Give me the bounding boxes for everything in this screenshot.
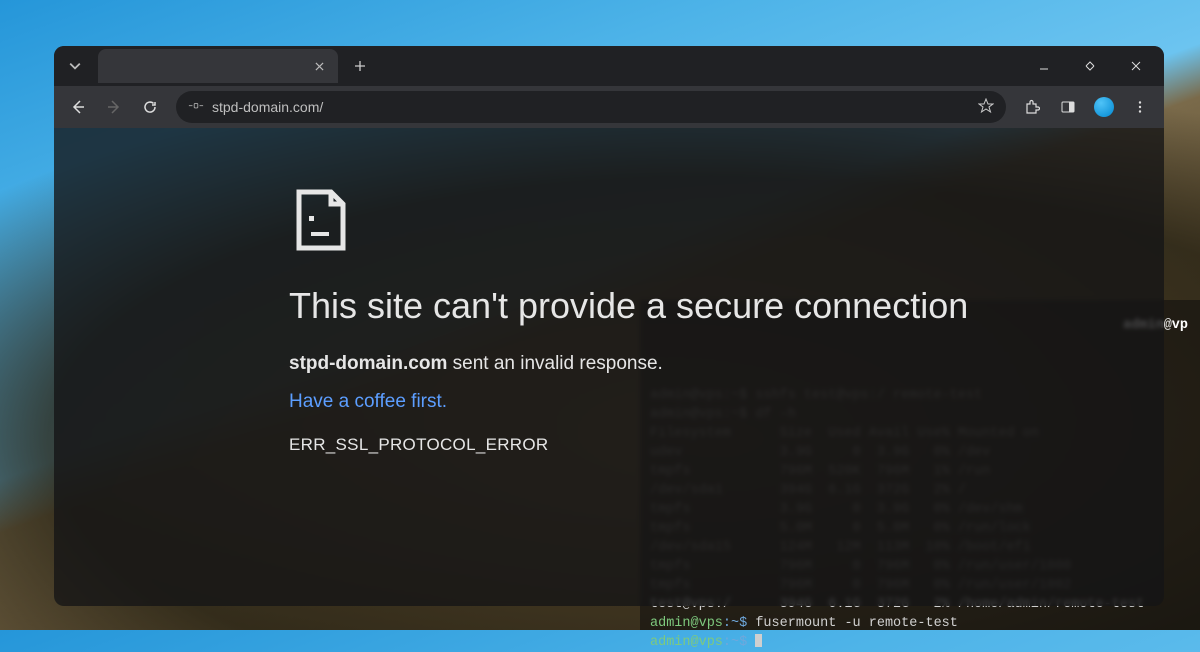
arrow-left-icon — [70, 99, 86, 115]
tab-close-button[interactable] — [310, 57, 328, 75]
terminal-prompt[interactable]: admin@vps:~$ — [650, 633, 1190, 652]
toolbar: stpd-domain.com/ — [54, 86, 1164, 128]
forward-button[interactable] — [98, 91, 130, 123]
tab-search-button[interactable] — [60, 51, 90, 81]
panel-icon — [1060, 99, 1076, 115]
error-title: This site can't provide a secure connect… — [289, 285, 1164, 327]
broken-page-icon — [295, 188, 1164, 257]
chevron-down-icon — [69, 60, 81, 72]
plus-icon — [354, 60, 366, 72]
cursor-icon — [755, 634, 762, 647]
puzzle-icon — [1024, 99, 1040, 115]
kebab-icon — [1133, 100, 1147, 114]
terminal-line: admin@vps:~$ fusermount -u remote-test — [650, 614, 1190, 633]
browser-tab[interactable] — [98, 49, 338, 83]
error-page: This site can't provide a secure connect… — [54, 128, 1164, 455]
close-window-button[interactable] — [1114, 50, 1158, 82]
minimize-button[interactable] — [1022, 50, 1066, 82]
site-settings-icon — [188, 100, 204, 114]
reload-button[interactable] — [134, 91, 166, 123]
new-tab-button[interactable] — [346, 52, 374, 80]
extensions-button[interactable] — [1016, 91, 1048, 123]
bookmark-button[interactable] — [978, 98, 994, 117]
back-button[interactable] — [62, 91, 94, 123]
menu-button[interactable] — [1124, 91, 1156, 123]
error-message: stpd-domain.com sent an invalid response… — [289, 353, 1164, 375]
reload-icon — [142, 99, 158, 115]
minimize-icon — [1038, 60, 1050, 72]
arrow-right-icon — [106, 99, 122, 115]
error-code: ERR_SSL_PROTOCOL_ERROR — [289, 435, 1164, 455]
address-text: stpd-domain.com/ — [212, 99, 970, 115]
profile-avatar-icon — [1094, 97, 1114, 117]
profile-button[interactable] — [1088, 91, 1120, 123]
error-help-link[interactable]: Have a coffee first. — [289, 391, 1164, 413]
window-controls — [1022, 50, 1158, 82]
tab-strip — [54, 46, 1164, 86]
maximize-button[interactable] — [1068, 50, 1112, 82]
close-icon — [1130, 60, 1142, 72]
side-panel-button[interactable] — [1052, 91, 1084, 123]
address-bar[interactable]: stpd-domain.com/ — [176, 91, 1006, 123]
browser-window: stpd-domain.com/ This site can't provide… — [54, 46, 1164, 606]
star-icon — [978, 98, 994, 114]
close-icon — [315, 62, 324, 71]
maximize-icon — [1084, 60, 1096, 72]
